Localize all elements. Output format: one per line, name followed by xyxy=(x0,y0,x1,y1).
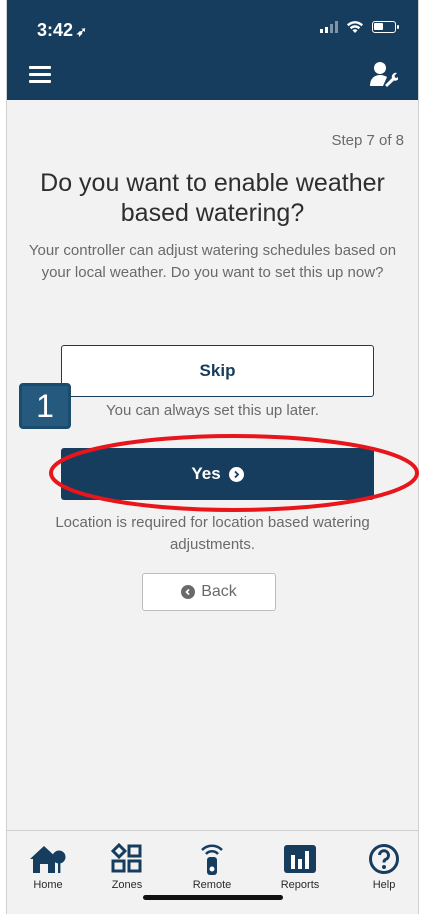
cellular-signal-icon xyxy=(320,21,338,33)
tab-home[interactable]: Home xyxy=(13,841,83,891)
tab-zones-label: Zones xyxy=(111,879,143,891)
battery-icon xyxy=(372,21,399,33)
annotation-ellipse xyxy=(49,434,419,512)
annotation-marker-label: 1 xyxy=(36,387,54,424)
remote-icon xyxy=(201,844,223,875)
reports-icon xyxy=(284,845,316,873)
home-indicator xyxy=(143,895,283,900)
bottom-tab-bar: Home Zones Remote Reports Help xyxy=(7,830,418,914)
back-button-label: Back xyxy=(201,583,237,600)
tab-help-label: Help xyxy=(372,879,396,891)
skip-note: You can always set this up later. xyxy=(106,402,319,419)
home-icon xyxy=(30,846,66,873)
back-button[interactable]: Back xyxy=(142,573,276,611)
tab-remote-label: Remote xyxy=(192,879,232,891)
location-required-note: Location is required for location based … xyxy=(55,514,370,553)
tab-help[interactable]: Help xyxy=(349,841,418,891)
page-description: Your controller can adjust watering sche… xyxy=(28,242,397,281)
skip-button[interactable]: Skip xyxy=(61,345,374,397)
help-icon xyxy=(369,844,399,874)
tab-reports-label: Reports xyxy=(280,879,320,891)
tab-home-label: Home xyxy=(33,879,63,891)
status-icons xyxy=(320,20,399,34)
annotation-step-marker: 1 xyxy=(19,383,71,429)
step-indicator: Step 7 of 8 xyxy=(331,132,404,149)
skip-button-label: Skip xyxy=(199,361,236,380)
tab-reports[interactable]: Reports xyxy=(265,841,335,891)
tab-zones[interactable]: Zones xyxy=(92,841,162,891)
status-time-text: 3:42 xyxy=(37,20,74,40)
location-arrow-icon: ➶ xyxy=(76,24,87,39)
zones-icon xyxy=(110,843,142,873)
tab-remote[interactable]: Remote xyxy=(177,841,247,891)
top-bar: 3:42 ➶ xyxy=(7,0,418,100)
status-time: 3:42 ➶ xyxy=(37,20,87,41)
chevron-left-circle-icon xyxy=(181,585,196,599)
wifi-icon xyxy=(347,21,363,33)
user-wrench-icon[interactable] xyxy=(368,60,398,88)
page-title: Do you want to enable weather based wate… xyxy=(40,169,385,227)
hamburger-menu-icon[interactable] xyxy=(29,66,51,84)
